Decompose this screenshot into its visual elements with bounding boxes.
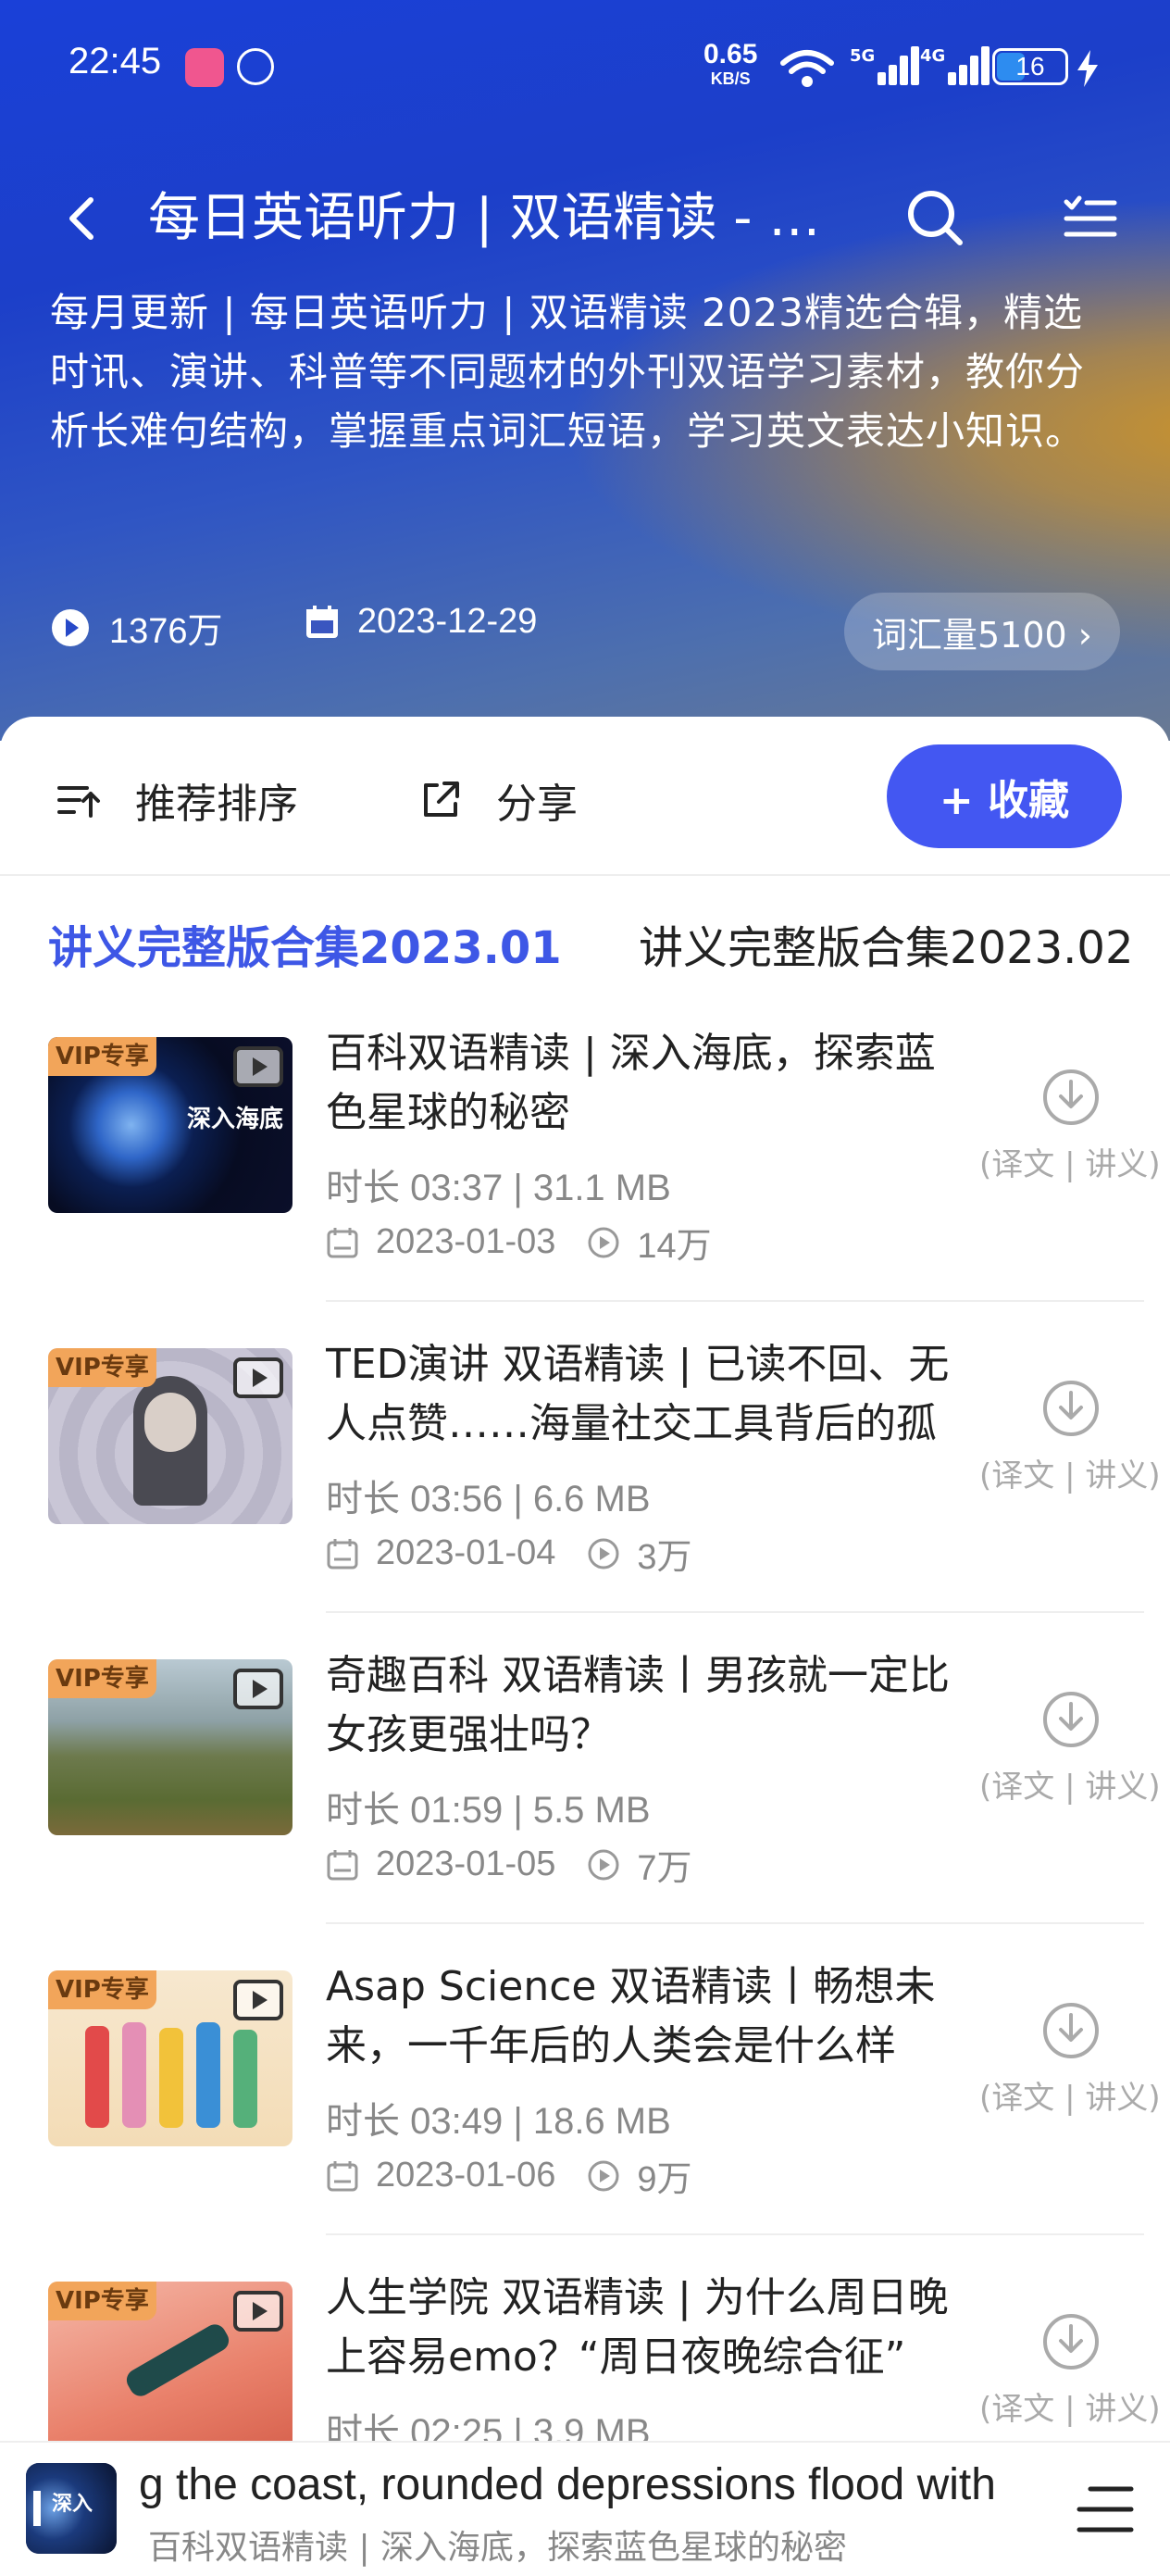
episode-date-plays: 2023-01-03 14万 <box>326 1217 712 1268</box>
tab-2023-01[interactable]: 讲义完整版合集2023.01 <box>48 911 562 976</box>
download-note: (译文 | 讲义) <box>979 1769 1161 1806</box>
episode-duration-size: 时长 03:56 | 6.6 MB <box>326 1479 651 1519</box>
sort-icon <box>57 786 100 818</box>
share-button[interactable]: 分享 <box>418 770 578 830</box>
download-note: (译文 | 讲义) <box>979 1457 1161 1494</box>
episode-date: 2023-01-04 <box>376 1533 556 1572</box>
update-date-value: 2023-12-29 <box>357 602 538 641</box>
player-cover-text: 深入 <box>52 2493 93 2516</box>
vip-badge: VIP专享 <box>48 1659 156 1698</box>
episode-thumbnail[interactable]: VIP专享 <box>48 1970 292 2146</box>
play-count: 1376万 <box>50 602 223 653</box>
episode-date: 2023-01-03 <box>376 1222 556 1261</box>
vip-badge: VIP专享 <box>48 2282 156 2320</box>
thumbnail-caption: 深入海底 <box>187 1106 284 1133</box>
player-cover[interactable]: 深入 <box>26 2463 117 2554</box>
sort-label: 推荐排序 <box>135 781 298 828</box>
play-count-icon <box>588 1227 619 1257</box>
toolbar: 推荐排序 分享 + 收藏 <box>0 717 1170 876</box>
player-lyric: g the coast, rounded depressions flood w… <box>139 2460 996 2509</box>
episode-plays: 9万 <box>637 2160 692 2199</box>
collect-button[interactable]: + 收藏 <box>887 744 1122 848</box>
video-play-icon <box>233 1980 283 2020</box>
calendar-icon <box>327 1227 358 1257</box>
vip-badge: VIP专享 <box>48 1037 156 1076</box>
episode-title[interactable]: 百科双语精读 | 深入海底，探索蓝色星球的秘密 <box>326 1024 974 1143</box>
download-icon[interactable] <box>1040 2311 1102 2372</box>
episode-duration-size: 时长 03:49 | 18.6 MB <box>326 2101 671 2142</box>
calendar-icon <box>327 1849 358 1880</box>
episode-row[interactable]: 深入海底 VIP专享 百科双语精读 | 深入海底，探索蓝色星球的秘密 时长 03… <box>0 991 1170 1302</box>
episode-title[interactable]: Asap Science 双语精读丨畅想未来，一千年后的人类会是什么样 <box>326 1957 974 2076</box>
play-circle-icon <box>52 608 89 646</box>
episode-plays: 7万 <box>637 1849 692 1888</box>
episode-title[interactable]: TED演讲 双语精读 | 已读不回、无人点赞……海量社交工具背后的孤独 <box>326 1335 974 1454</box>
download-icon[interactable] <box>1040 2000 1102 2061</box>
download-icon[interactable] <box>1040 1689 1102 1750</box>
back-arrow-icon[interactable] <box>56 191 111 246</box>
video-play-icon <box>233 1046 283 1087</box>
status-bar: 22:45 0.65 KB/S 5G 4G 16 <box>0 0 1170 130</box>
episode-date: 2023-01-06 <box>376 2156 556 2195</box>
mini-player[interactable]: 深入 g the coast, rounded depressions floo… <box>0 2441 1170 2576</box>
share-label: 分享 <box>496 781 578 828</box>
episode-date-plays: 2023-01-06 9万 <box>326 2150 692 2201</box>
album-description: 每月更新 | 每日英语听力 | 双语精读 2023精选合辑，精选时讯、演讲、科普… <box>50 290 1086 454</box>
wifi-icon <box>780 50 834 87</box>
episode-date: 2023-01-05 <box>376 1844 556 1883</box>
episode-plays: 3万 <box>637 1538 692 1577</box>
playlist-icon[interactable] <box>1076 2483 1135 2535</box>
status-time: 22:45 <box>68 41 162 81</box>
episode-title[interactable]: 奇趣百科 双语精读丨男孩就一定比女孩更强壮吗？ <box>326 1646 974 1765</box>
network-speed: 0.65 KB/S <box>703 39 758 89</box>
bilibili-app-icon <box>185 48 224 87</box>
sort-button[interactable]: 推荐排序 <box>56 770 298 830</box>
play-count-icon <box>588 2160 619 2191</box>
episode-row[interactable]: VIP专享 TED演讲 双语精读 | 已读不回、无人点赞……海量社交工具背后的孤… <box>0 1302 1170 1613</box>
play-count-icon <box>588 1538 619 1569</box>
episode-date-plays: 2023-01-05 7万 <box>326 1839 692 1890</box>
tab-2023-02[interactable]: 讲义完整版合集2023.02 <box>639 911 1134 976</box>
page-title: 每日英语听力 | 双语精读 - 每月更新 <box>148 188 861 248</box>
episode-row[interactable]: VIP专享 奇趣百科 双语精读丨男孩就一定比女孩更强壮吗？ 时长 01:59 |… <box>0 1613 1170 1924</box>
share-icon <box>424 782 459 817</box>
episode-thumbnail[interactable]: 深入海底 VIP专享 <box>48 1037 292 1213</box>
episode-thumbnail[interactable]: VIP专享 <box>48 1659 292 1835</box>
download-note: (译文 | 讲义) <box>979 1146 1161 1183</box>
update-date: 2023-12-29 <box>304 602 537 642</box>
episode-plays: 14万 <box>637 1227 712 1266</box>
episode-date-plays: 2023-01-04 3万 <box>326 1528 692 1579</box>
play-count-value: 1376万 <box>109 612 223 651</box>
battery-icon: 16 <box>992 48 1068 85</box>
content-sheet: 推荐排序 分享 + 收藏 讲义完整版合集2023.01 讲义完整版合集2023.… <box>0 717 1170 2574</box>
video-play-icon <box>233 1669 283 1709</box>
play-count-icon <box>588 1849 619 1880</box>
calendar-icon <box>327 1538 358 1569</box>
episode-row[interactable]: VIP专享 Asap Science 双语精读丨畅想未来，一千年后的人类会是什么… <box>0 1924 1170 2235</box>
download-note: (译文 | 讲义) <box>979 2391 1161 2428</box>
calendar-icon <box>306 605 338 638</box>
vocab-level-button[interactable]: 词汇量5100 › <box>844 593 1120 670</box>
download-note: (译文 | 讲义) <box>979 2080 1161 2117</box>
header-banner: 22:45 0.65 KB/S 5G 4G 16 每日英语听力 | 双语精读 - … <box>0 0 1170 741</box>
search-icon[interactable] <box>902 185 967 250</box>
vip-badge: VIP专享 <box>48 1348 156 1387</box>
charging-icon <box>1077 50 1098 87</box>
calendar-icon <box>327 2160 358 2191</box>
episode-title[interactable]: 人生学院 双语精读 | 为什么周日晚上容易emo？“周日夜晚综合征” <box>326 2269 974 2387</box>
episode-thumbnail[interactable]: VIP专享 <box>48 1348 292 1524</box>
download-icon[interactable] <box>1040 1067 1102 1128</box>
notification-off-icon <box>237 48 274 85</box>
playlist-menu-icon[interactable] <box>1063 191 1118 246</box>
tab-bar: 讲义完整版合集2023.01 讲义完整版合集2023.02 <box>0 911 1170 985</box>
vip-badge: VIP专享 <box>48 1970 156 2009</box>
video-play-icon <box>233 1357 283 1398</box>
episode-thumbnail[interactable]: VIP专享 <box>48 2282 292 2457</box>
episode-duration-size: 时长 01:59 | 5.5 MB <box>326 1790 651 1831</box>
player-track-title: 百科双语精读 | 深入海底，探索蓝色星球的秘密 <box>148 2529 848 2567</box>
player-pause-icon <box>33 2491 41 2526</box>
episode-duration-size: 时长 03:37 | 31.1 MB <box>326 1168 671 1208</box>
video-play-icon <box>233 2291 283 2332</box>
download-icon[interactable] <box>1040 1378 1102 1439</box>
